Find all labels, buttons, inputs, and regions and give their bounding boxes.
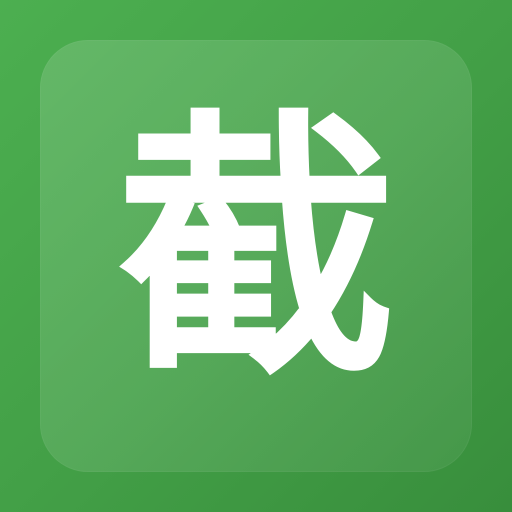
app-icon-tile[interactable]: 截 — [40, 40, 472, 472]
app-icon-glyph: 截 — [116, 88, 396, 414]
